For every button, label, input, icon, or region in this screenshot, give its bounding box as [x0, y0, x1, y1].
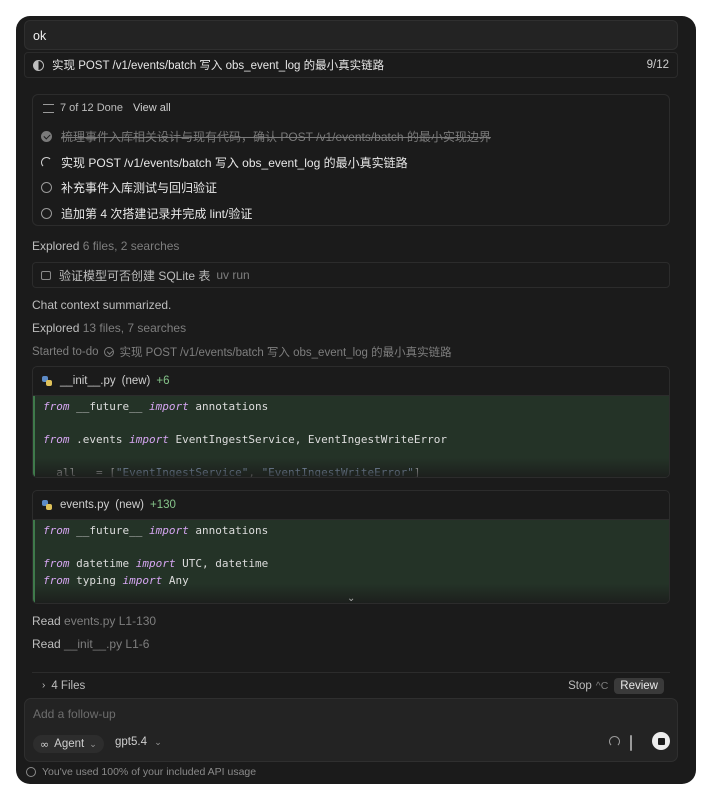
pending-circle-icon	[41, 208, 52, 219]
terminal-command[interactable]: 验证模型可否创建 SQLite 表 uv run	[32, 262, 670, 288]
chevron-right-icon[interactable]: ›	[42, 680, 45, 691]
file-diff-card[interactable]: __init__.py (new) +6 from __future__ imp…	[32, 366, 670, 478]
in-progress-icon	[41, 157, 52, 168]
chevron-down-icon: ⌄	[154, 737, 162, 747]
file-diff-card[interactable]: events.py (new) +130 from __future__ imp…	[32, 490, 670, 604]
read-file-line[interactable]: Read __init__.py L1-6	[32, 637, 149, 651]
lines-added: +6	[156, 375, 170, 387]
started-todo: Started to-do 实现 POST /v1/events/batch 写…	[32, 346, 452, 359]
task-list-icon	[43, 103, 54, 113]
explored-summary[interactable]: Explored 6 files, 2 searches	[32, 239, 179, 253]
code-preview: from __future__ import annotations from …	[33, 520, 669, 603]
todo-item: 实现 POST /v1/events/batch 写入 obs_event_lo…	[41, 154, 408, 171]
progress-icon	[33, 59, 44, 71]
files-count[interactable]: 4 Files	[51, 680, 85, 692]
usage-meter-icon	[26, 767, 36, 777]
model-selector[interactable]: gpt5.4 ⌄	[115, 736, 162, 748]
code-line: from .events import EventIngestService, …	[43, 433, 448, 446]
image-icon[interactable]	[630, 735, 632, 751]
code-preview: from __future__ import annotations from …	[33, 396, 669, 477]
stop-generation-button[interactable]	[652, 732, 670, 750]
chat-window: ok 实现 POST /v1/events/batch 写入 obs_event…	[16, 16, 696, 784]
user-message: ok	[24, 20, 678, 50]
file-name: events.py	[60, 499, 110, 511]
follow-up-input[interactable]: Add a follow-up	[33, 707, 116, 721]
review-button[interactable]: Review	[614, 677, 664, 694]
view-all-link[interactable]: View all	[133, 102, 171, 114]
chat-summarized-note: Chat context summarized.	[32, 298, 172, 312]
todo-item: 梳理事件入库相关设计与现有代码，确认 POST /v1/events/batch…	[41, 128, 491, 145]
todo-item: 追加第 4 次搭建记录并完成 lint/验证	[41, 205, 252, 222]
infinity-icon: ∞	[40, 737, 50, 751]
current-task-bar[interactable]: 实现 POST /v1/events/batch 写入 obs_event_lo…	[24, 52, 678, 78]
usage-notice: You've used 100% of your included API us…	[26, 766, 256, 778]
composer[interactable]: Add a follow-up ∞ Agent ⌄ gpt5.4 ⌄	[24, 698, 678, 762]
pending-circle-icon	[41, 182, 52, 193]
check-circle-icon	[104, 347, 115, 357]
current-task-label: 实现 POST /v1/events/batch 写入 obs_event_lo…	[52, 60, 385, 72]
check-done-icon	[41, 131, 52, 142]
chevron-down-icon: ⌄	[89, 738, 97, 749]
todo-panel: 7 of 12 Done View all 梳理事件入库相关设计与现有代码，确认…	[32, 94, 670, 226]
expand-chevron-icon[interactable]: ⌄	[347, 593, 355, 603]
agent-mode-selector[interactable]: ∞ Agent ⌄	[33, 735, 104, 753]
read-file-line[interactable]: Read events.py L1-130	[32, 614, 156, 628]
todo-summary: 7 of 12 Done	[60, 102, 123, 114]
code-line: from datetime import UTC, datetime	[43, 557, 269, 570]
terminal-icon	[41, 270, 51, 280]
loading-spinner-icon	[609, 736, 620, 747]
lines-added: +130	[150, 499, 176, 511]
file-name: __init__.py	[60, 375, 116, 387]
stop-shortcut: ^C	[595, 679, 609, 692]
changed-files-bar: › 4 Files Stop ^C Review	[32, 672, 670, 698]
code-line: from __future__ import annotations	[43, 524, 269, 537]
task-count: 9/12	[646, 59, 669, 71]
python-icon	[42, 500, 52, 510]
explored-summary[interactable]: Explored 13 files, 7 searches	[32, 321, 186, 335]
stop-link[interactable]: Stop	[568, 680, 592, 692]
code-line: from __future__ import annotations	[43, 400, 269, 413]
todo-item: 补充事件入库测试与回归验证	[41, 179, 217, 196]
python-icon	[42, 376, 52, 386]
